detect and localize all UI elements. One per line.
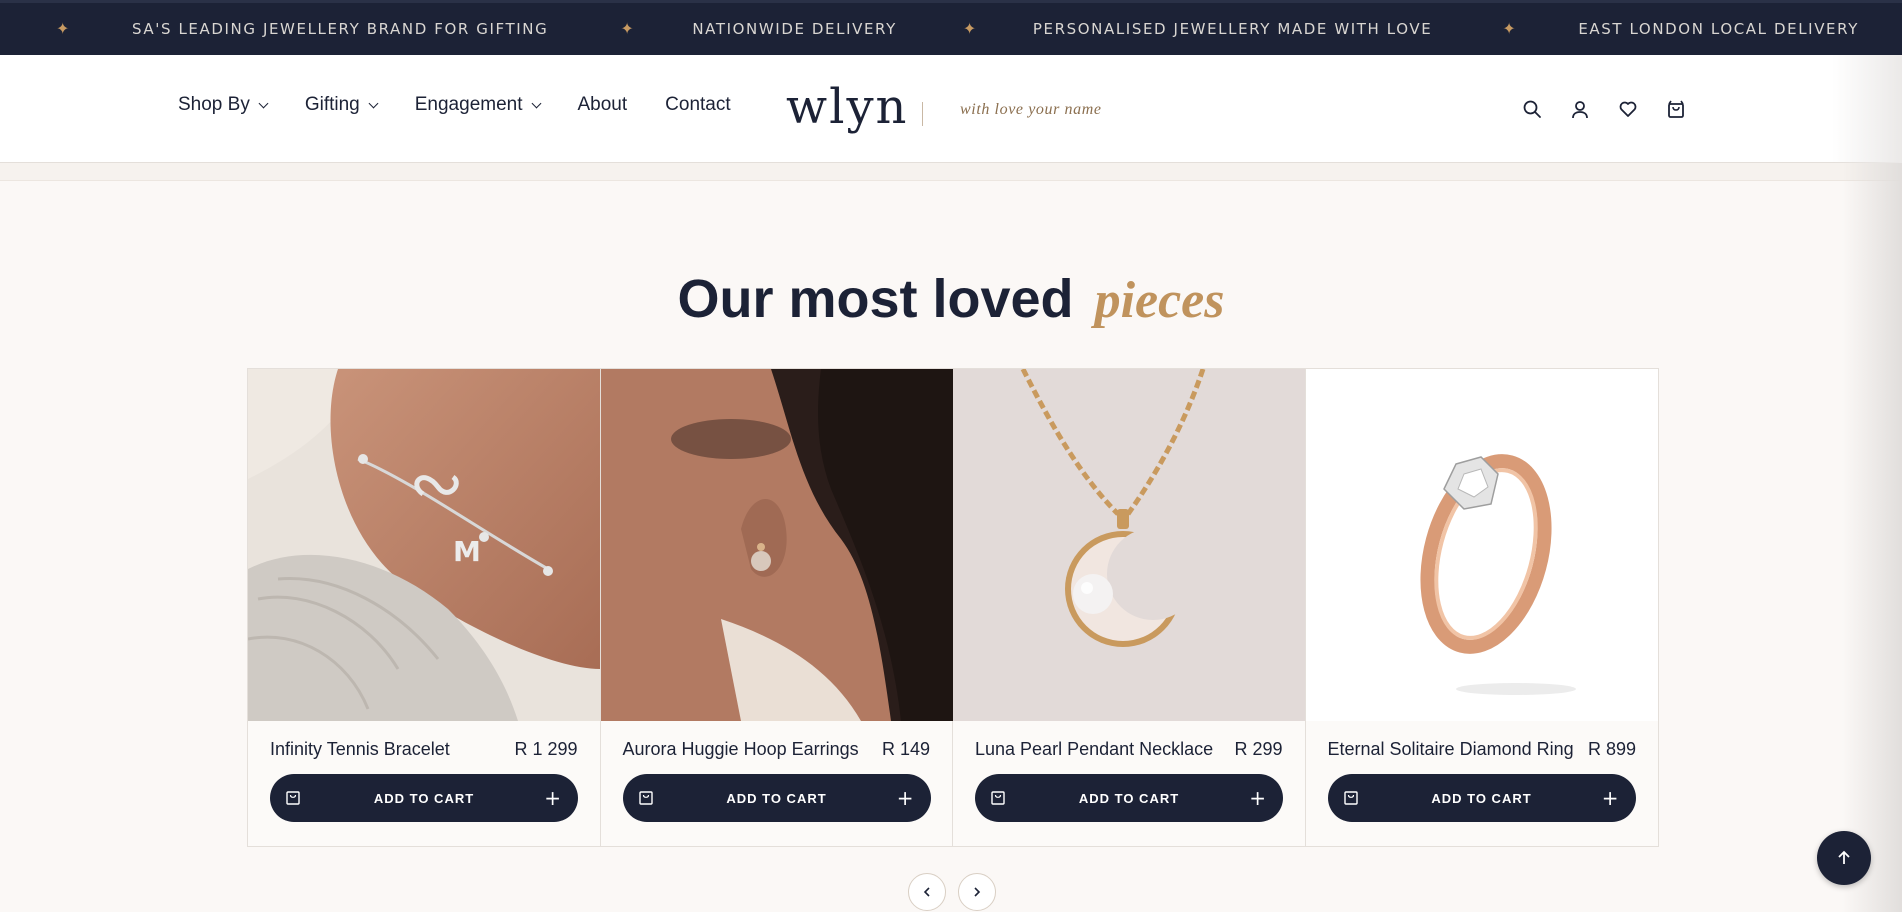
add-to-cart-label: ADD TO CART [373, 790, 475, 806]
bag-icon [638, 789, 653, 810]
product-image-necklace[interactable] [953, 369, 1305, 721]
add-to-cart-button[interactable]: ADD TO CART + [270, 774, 578, 822]
chevron-down-icon [531, 98, 541, 108]
arrow-up-icon [1838, 850, 1850, 864]
chevron-down-icon [258, 98, 269, 108]
nav-item-shop-by[interactable]: Shop By [178, 94, 269, 116]
carousel-prev-button[interactable] [908, 873, 946, 911]
search-icon[interactable] [1520, 97, 1544, 121]
bag-icon [1343, 789, 1358, 810]
main-nav: Shop By Gifting Engagement About Contact [178, 55, 769, 155]
plus-icon: + [1249, 786, 1266, 810]
product-name[interactable]: Luna Pearl Pendant Necklace [975, 739, 1213, 760]
bag-icon [286, 789, 300, 810]
nav-item-label: About [577, 94, 628, 115]
chevron-down-icon [368, 98, 379, 108]
product-image-ring[interactable] [1305, 369, 1658, 721]
nav-item-label: Engagement [414, 94, 523, 115]
back-to-top-button[interactable] [1817, 831, 1871, 885]
svg-text:M: M [453, 535, 481, 568]
product-card[interactable]: Luna Pearl Pendant Necklace R 299 ADD TO… [953, 369, 1306, 846]
header-subbar [0, 163, 1902, 181]
product-price: R 1 299 [514, 739, 578, 759]
header-icons [1520, 97, 1712, 121]
product-price: R 299 [1234, 739, 1283, 759]
nav-item-contact[interactable]: Contact [665, 94, 730, 116]
announcement-track: ✦ SA'S LEADING JEWELLERY BRAND FOR GIFTI… [56, 20, 1859, 38]
add-to-cart-button[interactable]: ADD TO CART + [622, 774, 931, 822]
bag-icon [991, 789, 1005, 810]
product-name[interactable]: Infinity Tennis Bracelet [270, 739, 450, 760]
section-title-main: Our most loved [677, 269, 1074, 329]
plus-icon: + [896, 786, 914, 810]
brand-logo[interactable]: wlyn [786, 83, 908, 131]
product-carousel: M Infinity Tennis Bracelet R 1 299 ADD T… [247, 368, 1659, 847]
add-to-cart-label: ADD TO CART [726, 790, 827, 806]
site-header: Shop By Gifting Engagement About Contact… [0, 55, 1902, 163]
header-edge-shadow [1832, 55, 1902, 163]
nav-item-gifting[interactable]: Gifting [304, 94, 379, 116]
add-to-cart-label: ADD TO CART [1078, 790, 1180, 806]
product-image-earrings[interactable] [600, 369, 953, 721]
product-price: R 899 [1587, 739, 1636, 759]
carousel-pager [908, 873, 1008, 911]
announcement-bar: ✦ SA'S LEADING JEWELLERY BRAND FOR GIFTI… [0, 0, 1902, 55]
logo-divider [922, 102, 923, 126]
nav-item-about[interactable]: About [578, 94, 628, 116]
add-to-cart-button[interactable]: ADD TO CART + [975, 774, 1283, 822]
product-name[interactable]: Eternal Solitaire Diamond Ring [1328, 739, 1574, 760]
plus-icon: + [1601, 786, 1619, 810]
brand-tagline: with love your name [960, 101, 1102, 118]
section-title-accent: pieces [1094, 272, 1225, 329]
product-image-bracelet[interactable]: M [248, 369, 600, 721]
wishlist-icon[interactable] [1616, 97, 1640, 121]
chevron-right-icon [974, 887, 981, 897]
announcement-text: EAST LONDON LOCAL DELIVERY [1578, 20, 1859, 38]
product-card[interactable]: Eternal Solitaire Diamond Ring R 899 ADD… [1305, 369, 1658, 846]
product-price: R 149 [881, 739, 930, 759]
nav-item-label: Contact [665, 94, 731, 115]
section-title: Our most loved pieces [0, 268, 1902, 330]
announcement-text: SA'S LEADING JEWELLERY BRAND FOR GIFTING [132, 20, 549, 38]
announcement-text: PERSONALISED JEWELLERY MADE WITH LOVE [1032, 20, 1433, 38]
product-card[interactable]: Aurora Huggie Hoop Earrings R 149 ADD TO… [600, 369, 953, 846]
account-icon[interactable] [1568, 97, 1592, 121]
product-card[interactable]: M Infinity Tennis Bracelet R 1 299 ADD T… [248, 369, 601, 846]
chevron-left-icon [923, 887, 930, 897]
announcement-text: NATIONWIDE DELIVERY [692, 20, 897, 38]
nav-item-label: Gifting [304, 94, 360, 115]
add-to-cart-label: ADD TO CART [1431, 790, 1532, 806]
nav-item-label: Shop By [178, 94, 250, 115]
nav-item-engagement[interactable]: Engagement [414, 94, 541, 116]
cart-icon[interactable] [1664, 97, 1688, 121]
carousel-next-button[interactable] [958, 873, 996, 911]
plus-icon: + [544, 786, 561, 810]
add-to-cart-button[interactable]: ADD TO CART + [1327, 774, 1636, 822]
product-name[interactable]: Aurora Huggie Hoop Earrings [623, 739, 859, 760]
